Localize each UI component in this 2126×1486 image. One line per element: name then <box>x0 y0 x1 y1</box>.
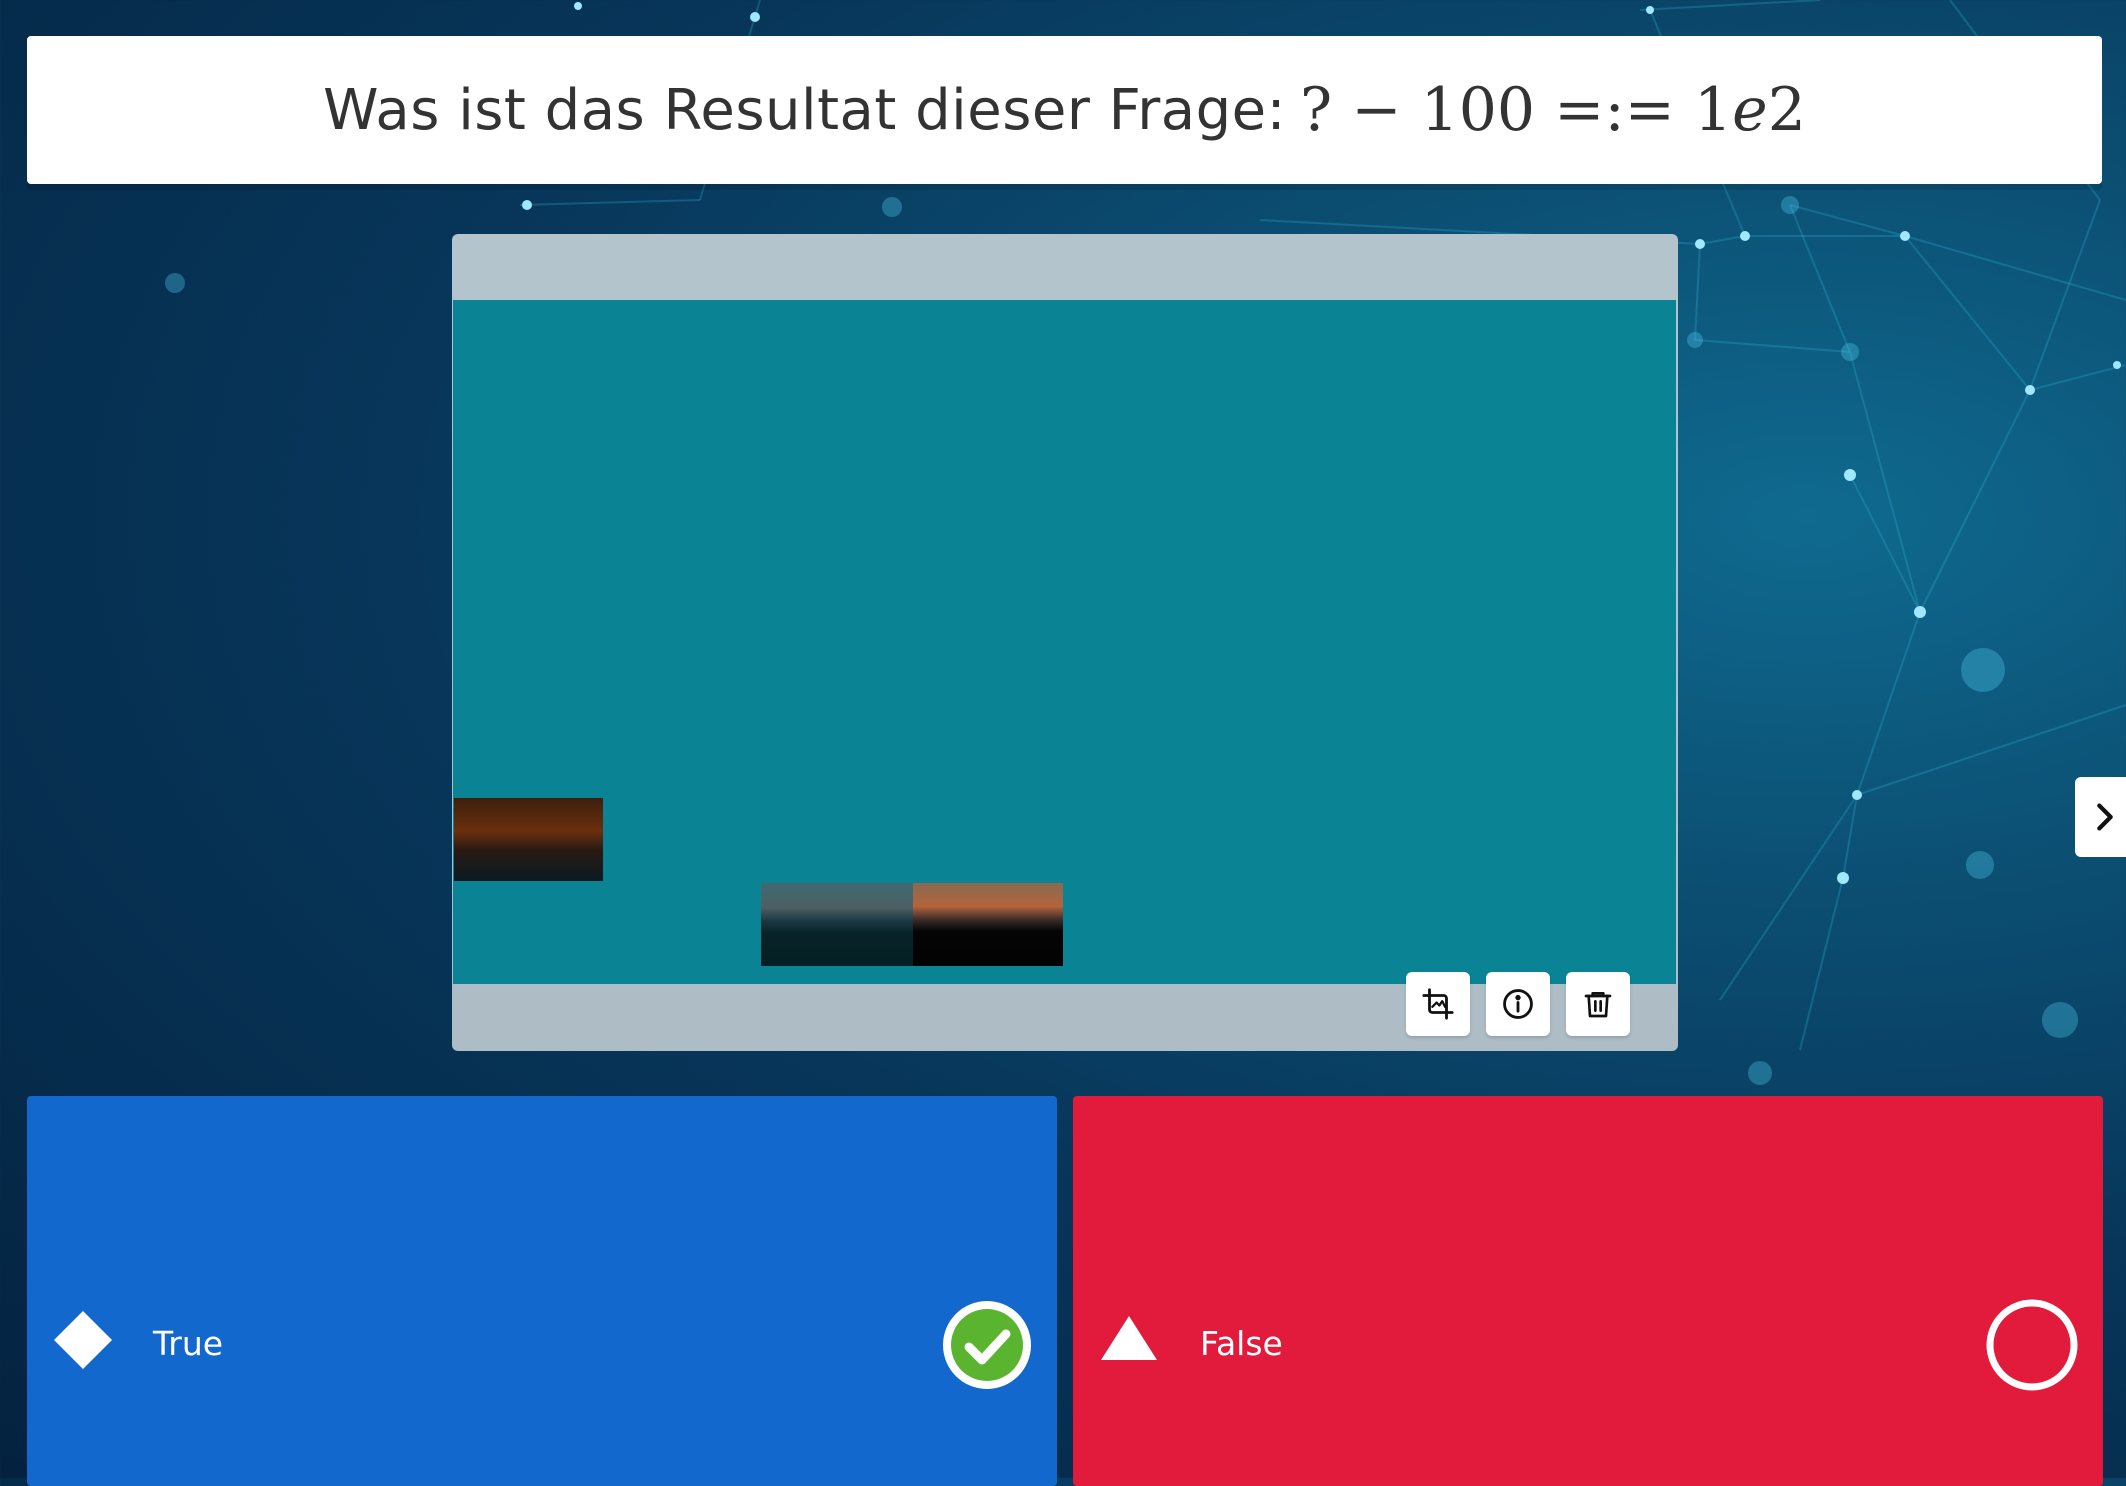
question-title-bar: Was ist das Resultat dieser Frage: ? − 1… <box>27 36 2102 184</box>
image-fragment <box>761 883 913 966</box>
question-formula: ? − 100 =:= 1e2 <box>1300 75 1806 145</box>
image-fragment <box>913 883 1063 966</box>
formula-part-2: 2 <box>1767 75 1806 145</box>
formula-variable: e <box>1732 75 1768 145</box>
crop-image-button[interactable] <box>1406 972 1470 1036</box>
diamond-icon <box>51 1308 115 1372</box>
delete-image-button[interactable] <box>1566 972 1630 1036</box>
next-question-button[interactable] <box>2075 777 2126 857</box>
answer-label: True <box>153 1324 224 1363</box>
crop-image-icon <box>1422 988 1454 1020</box>
question-image <box>453 300 1676 984</box>
info-icon <box>1503 989 1533 1019</box>
question-media-frame <box>452 234 1678 1051</box>
answer-option-false[interactable]: False <box>1073 1096 2103 1486</box>
question-text: Was ist das Resultat dieser Frage: <box>323 77 1286 143</box>
check-circle-icon[interactable] <box>940 1298 1034 1392</box>
answer-label: False <box>1200 1324 1283 1363</box>
image-fragment <box>454 798 603 881</box>
triangle-icon <box>1097 1308 1161 1372</box>
trash-icon <box>1584 992 1612 1018</box>
empty-circle-icon[interactable] <box>1985 1298 2079 1392</box>
chevron-right-icon <box>2097 803 2113 831</box>
answer-option-true[interactable]: True <box>27 1096 1057 1486</box>
image-info-button[interactable] <box>1486 972 1550 1036</box>
formula-part-1: ? − 100 =:= 1 <box>1299 75 1733 145</box>
